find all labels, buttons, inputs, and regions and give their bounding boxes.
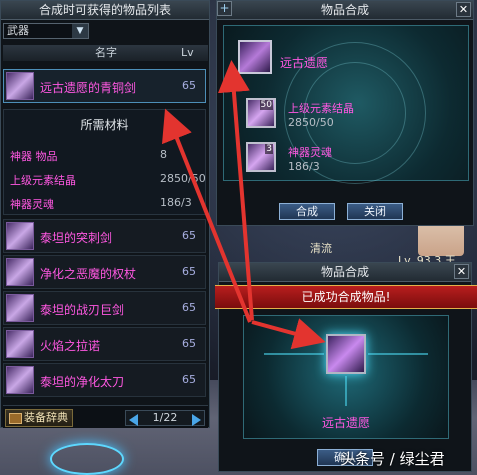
result-item-icon[interactable] [326,334,366,374]
synthesis-area: 远古遗愿 50 上级元素结晶 2850/50 3 神器灵魂 186/3 [223,25,469,184]
list-item[interactable]: 火焰之拉诺 65 [3,327,206,361]
floor-ring [50,443,124,475]
category-dropdown[interactable]: 武器 ▼ [3,23,89,39]
material-name: 神器灵魂 [10,198,54,211]
window-title: + 物品合成 ✕ [217,1,473,20]
weapon-icon [6,330,34,358]
materials-title: 所需材料 [80,118,129,132]
item-level: 65 [182,373,196,386]
synthesis-list-panel: 合成时可获得的物品列表 武器 ▼ 名字 Lv 远古遗愿的青铜剑 65 所需材料 … [0,0,210,428]
item-name: 火焰之拉诺 [40,339,101,353]
expand-button[interactable]: + [217,1,232,16]
category-value: 武器 [7,24,29,37]
circuit-trace [368,353,428,355]
list-footer: 装备辞典 1/22 [3,405,208,428]
result-item-name: 远古遗愿 [280,56,329,70]
close-icon[interactable]: ✕ [454,264,469,279]
materials-box: 所需材料 神器 物品 8 上级元素结晶 2850/50 神器灵魂 186/3 [3,109,206,215]
result-display: 远古遗愿 [243,315,449,439]
window-title: 物品合成 ✕ [219,263,471,282]
page-indicator: 1/22 [152,411,178,424]
quantity-badge: 50 [259,100,273,110]
item-level: 65 [182,265,196,278]
crystal-icon[interactable]: 50 [246,98,276,128]
material-row: 神器灵魂 186/3 [10,196,205,211]
list-item-selected[interactable]: 远古遗愿的青铜剑 65 [3,69,206,103]
success-banner: 已成功合成物品! [215,285,477,309]
item-synthesis-window: + 物品合成 ✕ 远古遗愿 50 上级元素结晶 2850/50 3 神器灵魂 1… [216,0,474,226]
item-name: 泰坦的战刃巨剑 [40,303,125,317]
greatsword-icon [6,294,34,322]
list-item[interactable]: 泰坦的战刃巨剑 65 [3,291,206,325]
circuit-trace [345,376,347,406]
close-icon[interactable]: ✕ [456,2,471,17]
list-item[interactable]: 泰坦的净化太刀 65 [3,363,206,397]
soul-icon[interactable]: 3 [246,142,276,172]
staff-icon [6,258,34,286]
input-name: 神器灵魂 [288,146,332,159]
equipment-dictionary-button[interactable]: 装备辞典 [5,409,73,427]
close-button[interactable]: 关闭 [347,203,403,220]
list-item[interactable]: 泰坦的突刺剑 65 [3,219,206,253]
circuit-trace [264,353,324,355]
material-row: 上级元素结晶 2850/50 [10,172,206,187]
sword-icon [6,72,34,100]
chevron-down-icon[interactable]: ▼ [72,24,88,38]
material-value: 2850/50 [160,172,206,185]
item-name: 净化之恶魔的权杖 [40,267,137,281]
synthesize-button[interactable]: 合成 [279,203,335,220]
material-name: 上级元素结晶 [10,174,76,187]
item-name: 泰坦的净化太刀 [40,375,125,389]
list-item[interactable]: 净化之恶魔的权杖 65 [3,255,206,289]
panel-title: 合成时可获得的物品列表 [1,1,209,20]
pagination: 1/22 [125,410,205,426]
sword-icon [6,222,34,250]
column-header: 名字 Lv [3,45,208,61]
material-row: 神器 物品 8 [10,148,205,163]
input-qty: 186/3 [288,160,320,173]
result-item-icon[interactable] [238,40,272,74]
item-level: 65 [182,79,196,92]
dictionary-label: 装备辞典 [24,411,68,424]
item-name: 远古遗愿的青铜剑 [40,81,137,95]
window-title-text: 物品合成 [320,265,369,279]
book-icon [9,413,22,424]
katana-icon [6,366,34,394]
bg-text-1: 清流 [310,242,332,255]
watermark: 头条号 / 绿尘君 [340,450,445,468]
lv-column-header: Lv [181,46,194,59]
next-page-icon[interactable] [192,414,201,426]
input-qty: 2850/50 [288,116,334,129]
quantity-badge: 3 [265,144,273,154]
result-item-name: 远古遗愿 [321,416,370,430]
material-name: 神器 物品 [10,150,58,163]
item-level: 65 [182,229,196,242]
item-name: 泰坦的突刺剑 [40,231,113,245]
window-title-text: 物品合成 [320,3,369,17]
material-value: 8 [160,148,167,161]
synthesis-success-window: 物品合成 ✕ 已成功合成物品! 远古遗愿 确认 [215,262,477,472]
material-value: 186/3 [160,196,192,209]
prev-page-icon[interactable] [129,414,138,426]
item-level: 65 [182,301,196,314]
input-name: 上级元素结晶 [288,102,354,115]
item-level: 65 [182,337,196,350]
name-column-header: 名字 [95,46,117,59]
